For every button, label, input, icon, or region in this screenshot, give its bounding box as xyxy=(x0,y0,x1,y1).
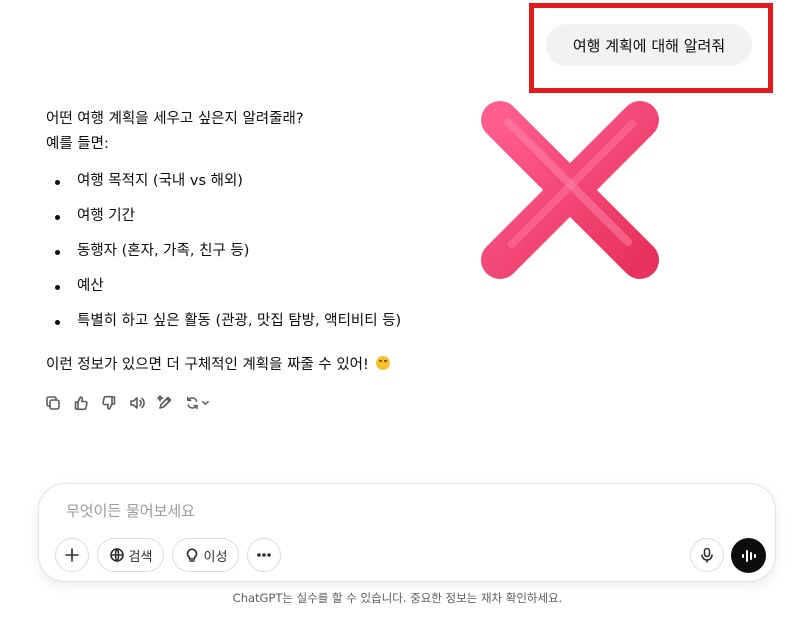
edit-canvas-icon[interactable] xyxy=(156,394,174,412)
thumbs-up-icon[interactable] xyxy=(72,394,90,412)
ellipsis-icon xyxy=(257,553,271,557)
disclaimer-text: ChatGPT는 실수를 할 수 있습니다. 중요한 정보는 재차 확인하세요. xyxy=(232,591,563,605)
voice-waveform-icon xyxy=(741,549,756,562)
add-attachment-button[interactable] xyxy=(55,538,89,572)
dictate-button[interactable] xyxy=(690,538,724,572)
microphone-icon xyxy=(701,547,713,563)
highlight-annotation-box xyxy=(529,3,773,93)
assistant-message: 어떤 여행 계획을 세우고 싶은지 알려줄래? 예를 들면: 여행 목적지 (국… xyxy=(46,107,486,378)
lightbulb-icon xyxy=(186,548,197,562)
read-aloud-icon[interactable] xyxy=(128,394,146,412)
chat-composer: 무엇이든 물어보세요 검색 이성 xyxy=(38,483,776,582)
reason-button-label: 이성 xyxy=(203,549,228,565)
smiling-face-emoji-icon xyxy=(376,356,391,370)
assistant-intro-line: 예를 들면: xyxy=(46,136,109,152)
assistant-intro-line: 어떤 여행 계획을 세우고 싶은지 알려줄래? xyxy=(46,111,304,127)
voice-mode-button[interactable] xyxy=(731,538,766,573)
regenerate-icon[interactable] xyxy=(184,394,212,412)
list-item: 특별히 하고 싶은 활동 (관광, 맛집 탐방, 액티비티 등) xyxy=(46,309,486,344)
thumbs-down-icon[interactable] xyxy=(100,394,118,412)
plus-icon xyxy=(65,548,79,562)
assistant-closing-line: 이런 정보가 있으면 더 구체적인 계획을 짜줄 수 있어! xyxy=(46,353,486,378)
globe-icon xyxy=(109,548,124,562)
copy-icon[interactable] xyxy=(44,394,62,412)
more-options-button[interactable] xyxy=(247,538,281,572)
reason-button[interactable]: 이성 xyxy=(172,538,239,572)
list-item: 여행 기간 xyxy=(46,204,486,239)
cross-mark-icon xyxy=(481,101,659,279)
suggestion-list: 여행 목적지 (국내 vs 해외) 여행 기간 동행자 (혼자, 가족, 친구 … xyxy=(46,169,486,344)
search-button-label: 검색 xyxy=(128,549,153,565)
list-item: 동행자 (혼자, 가족, 친구 등) xyxy=(46,239,486,274)
search-button[interactable]: 검색 xyxy=(97,538,164,572)
closing-text: 이런 정보가 있으면 더 구체적인 계획을 짜줄 수 있어! xyxy=(46,357,369,373)
list-item: 예산 xyxy=(46,274,486,309)
message-actions xyxy=(44,393,222,413)
list-item: 여행 목적지 (국내 vs 해외) xyxy=(46,169,486,204)
composer-input[interactable]: 무엇이든 물어보세요 xyxy=(66,500,195,521)
